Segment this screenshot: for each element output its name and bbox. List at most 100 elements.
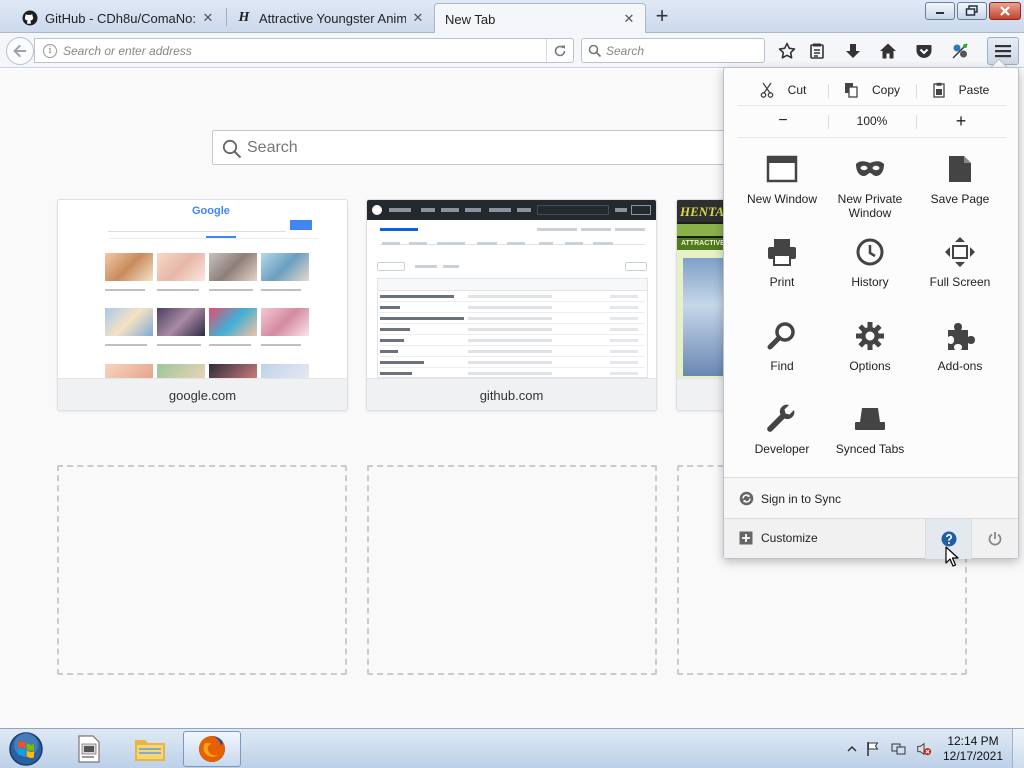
home-icon[interactable] [876,39,900,63]
open-menu-button[interactable] [987,37,1019,65]
menu-item-options[interactable]: Options [825,315,915,395]
thumbnail-image [209,364,257,378]
zoom-reset-button[interactable]: 100% [828,106,916,136]
menu-item-print[interactable]: Print [737,231,827,311]
thumbnail-nav-item [389,208,411,212]
thumbnail-tab [409,242,427,245]
empty-tile-placeholder [367,465,657,675]
url-input[interactable] [63,41,543,61]
reading-list-icon[interactable] [805,39,829,63]
customize-button[interactable]: Customize [739,531,818,545]
gear-icon [825,319,915,353]
url-bar[interactable]: i [34,38,574,63]
tab-anime[interactable]: H Attractive Youngster Anime ✕ [228,3,434,33]
thumbnail-meta [581,228,611,231]
thumbnail-caption [261,344,301,346]
zoom-in-button[interactable]: + [916,106,1006,136]
sync-label: Sign in to Sync [761,491,842,506]
search-input[interactable] [606,41,756,61]
start-button[interactable] [4,731,48,767]
taskbar-app-explorer[interactable] [121,731,179,767]
fullscreen-icon [915,235,1005,269]
clock-date: 12/17/2021 [942,749,1004,763]
menu-item-history[interactable]: History [825,231,915,311]
tab-title: GitHub - CDh8u/ComaNo: C [45,10,196,26]
show-desktop-button[interactable] [1012,729,1024,768]
thumbnail-caption [261,289,301,291]
thumbnail-file-row [380,293,645,302]
thumbnail-search-line [108,222,286,232]
tab-close-icon[interactable]: ✕ [200,10,216,26]
menu-item-new-private-window[interactable]: New Private Window [825,148,915,228]
back-button[interactable] [6,37,34,65]
taskbar-app-firefox[interactable] [183,731,241,767]
cut-label: Cut [787,83,807,97]
menu-item-label: New Private Window [837,192,903,220]
pocket-icon[interactable] [912,39,936,63]
menu-item-developer[interactable]: Developer [737,398,827,478]
volume-muted-icon[interactable] [916,741,932,757]
thumbnail-image [105,253,153,281]
private-mask-icon [825,152,915,186]
thumbnail-image [683,258,723,376]
thumbnail-image [261,364,309,378]
search-bar[interactable] [581,38,765,63]
thumbnail-nav-item [421,208,435,212]
bookmark-star-icon[interactable] [775,39,799,63]
main-menu-panel: Cut Copy Paste − 100% + New Window New P… [723,67,1019,559]
taskbar-app-document[interactable] [60,731,118,767]
tab-new-tab[interactable]: New Tab ✕ [434,3,646,34]
sign-in-to-sync-button[interactable]: Sign in to Sync [724,477,1018,519]
new-tab-button[interactable]: + [650,5,674,29]
thumbnail-nav-item [517,208,531,212]
window-minimize-button[interactable] [925,2,955,20]
top-site-tile-github[interactable]: github.com [366,199,657,411]
menu-item-full-screen[interactable]: Full Screen [915,231,1005,311]
tab-close-icon[interactable]: ✕ [621,11,637,27]
top-site-tile-google[interactable]: Google google.com [57,199,348,411]
thumbnail-logo [372,205,382,215]
tab-close-icon[interactable]: ✕ [410,10,426,26]
menu-item-save-page[interactable]: Save Page [915,148,1005,228]
taskbar-clock[interactable]: 12:14 PM 12/17/2021 [940,734,1006,764]
thumbnail-file-row [380,370,645,378]
thumbnail-tab [437,242,465,245]
menu-item-add-ons[interactable]: Add-ons [915,315,1005,395]
thumbnail-site-logo: HENTA [680,204,725,219]
show-hidden-icons-chevron-icon[interactable] [844,741,860,757]
window-restore-button[interactable] [957,2,987,20]
scissors-icon [760,82,774,98]
sync-icon [739,491,754,506]
menu-item-new-window[interactable]: New Window [737,148,827,228]
info-icon[interactable]: i [43,44,57,58]
action-center-flag-icon[interactable] [865,741,881,757]
zoom-out-button[interactable]: − [738,106,828,136]
menu-item-find[interactable]: Find [737,315,827,395]
thumbnail-code-button [625,262,647,271]
tab-strip: GitHub - CDh8u/ComaNo: C ✕ H Attractive … [0,0,1024,34]
page-search-box[interactable] [212,130,752,165]
edit-controls: Cut Copy Paste [738,75,1006,105]
reload-icon[interactable] [546,39,573,62]
thumbnail-image [157,253,205,281]
history-clock-icon [825,235,915,269]
window-close-button[interactable] [989,2,1021,20]
quit-button[interactable] [972,519,1018,559]
thumbnail-nav-item [465,208,481,212]
tab-github[interactable]: GitHub - CDh8u/ComaNo: C ✕ [14,3,224,33]
search-icon [222,139,242,159]
tile-label: google.com [58,378,347,410]
thumbnail-meta [443,265,459,268]
cut-button[interactable]: Cut [738,75,828,105]
page-search-input[interactable] [247,137,727,159]
paste-button[interactable]: Paste [916,75,1006,105]
copy-button[interactable]: Copy [828,75,916,105]
zoom-controls: − 100% + [738,106,1006,136]
network-icon[interactable] [891,741,907,757]
document-file-icon [78,735,100,763]
menu-item-synced-tabs[interactable]: Synced Tabs [825,398,915,478]
thumbnail-image [209,308,257,336]
downloads-icon[interactable] [841,39,865,63]
menu-item-label: Print [769,275,795,289]
extension-icon[interactable] [948,39,972,63]
